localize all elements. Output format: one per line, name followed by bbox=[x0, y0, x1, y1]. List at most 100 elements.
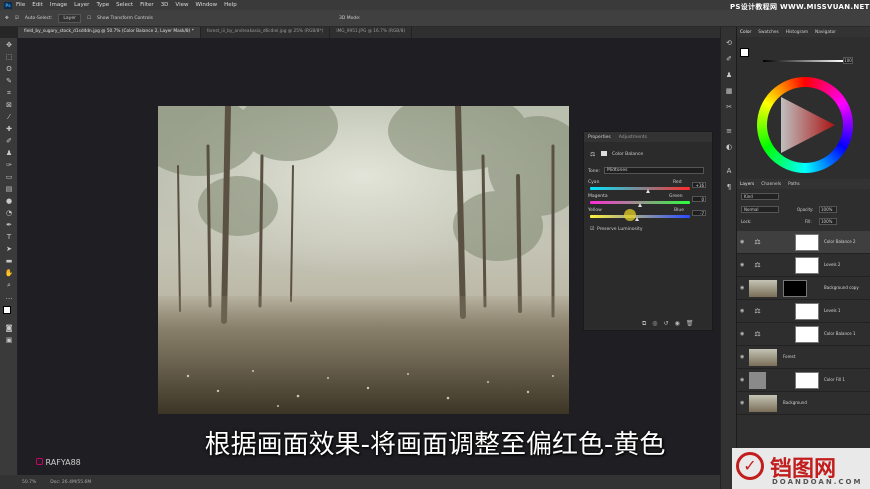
quick-select-tool-icon[interactable]: ✎ bbox=[4, 77, 14, 85]
layer-row[interactable]: ◉ ⚖ Levels 2 bbox=[737, 254, 870, 277]
blur-tool-icon[interactable]: ● bbox=[4, 197, 14, 205]
lasso-tool-icon[interactable]: ʘ bbox=[4, 65, 14, 73]
layer-row[interactable]: ◉ Color Fill 1 bbox=[737, 369, 870, 392]
cyan-red-value[interactable]: +16 bbox=[692, 182, 706, 188]
history-panel-icon[interactable]: ⟲ bbox=[724, 39, 734, 47]
tab-paths[interactable]: Paths bbox=[788, 182, 800, 187]
tab-adjustments[interactable]: Adjustments bbox=[619, 135, 647, 140]
document-canvas[interactable] bbox=[158, 106, 569, 414]
visibility-eye-icon[interactable]: ◉ bbox=[740, 354, 744, 360]
visibility-eye-icon[interactable]: ◉ bbox=[740, 262, 744, 268]
visibility-eye-icon[interactable]: ◉ bbox=[740, 400, 744, 406]
menu-image[interactable]: Image bbox=[50, 2, 67, 8]
swatches-panel-icon[interactable]: ▦ bbox=[724, 87, 734, 95]
tab-color[interactable]: Color bbox=[740, 30, 751, 35]
foreground-color-chip[interactable] bbox=[740, 48, 749, 57]
visibility-eye-icon[interactable]: ◉ bbox=[740, 308, 744, 314]
marquee-tool-icon[interactable]: ⬚ bbox=[4, 53, 14, 61]
menu-view[interactable]: View bbox=[175, 2, 188, 8]
auto-select-target-dropdown[interactable]: Layer bbox=[58, 13, 81, 23]
properties-panel-icon[interactable]: ≡ bbox=[724, 127, 734, 135]
move-tool-icon[interactable]: ✥ bbox=[4, 41, 14, 49]
brightness-value[interactable]: 100 bbox=[843, 57, 853, 64]
visibility-eye-icon[interactable]: ◉ bbox=[740, 285, 744, 291]
reset-icon[interactable]: ↺ bbox=[664, 320, 669, 328]
character-panel-icon[interactable]: A bbox=[724, 167, 734, 175]
brush-panel-icon[interactable]: ✐ bbox=[724, 55, 734, 63]
healing-brush-icon[interactable]: ✚ bbox=[4, 125, 14, 133]
menu-layer[interactable]: Layer bbox=[74, 2, 89, 8]
yellow-blue-slider[interactable] bbox=[590, 215, 690, 218]
frame-tool-icon[interactable]: ⊠ bbox=[4, 101, 14, 109]
fill-field[interactable]: 100% bbox=[819, 218, 837, 225]
dodge-tool-icon[interactable]: ◔ bbox=[4, 209, 14, 217]
opacity-field[interactable]: 100% bbox=[819, 206, 837, 213]
layer-mask-thumbnail[interactable] bbox=[795, 303, 819, 320]
transform-controls-checkbox[interactable]: ☐ bbox=[87, 16, 91, 21]
blend-mode-dropdown[interactable]: Normal bbox=[741, 206, 779, 213]
magenta-green-thumb[interactable] bbox=[637, 203, 642, 207]
color-wheel[interactable] bbox=[757, 77, 853, 173]
tools-preset-icon[interactable]: ✂ bbox=[724, 103, 734, 111]
layer-mask-thumbnail[interactable] bbox=[783, 280, 807, 297]
menu-edit[interactable]: Edit bbox=[32, 2, 43, 8]
more-tools-icon[interactable]: … bbox=[4, 293, 14, 301]
layer-row[interactable]: ◉ ⚖ Levels 1 bbox=[737, 300, 870, 323]
view-previous-icon[interactable]: ◎ bbox=[652, 320, 657, 328]
tab-swatches[interactable]: Swatches bbox=[758, 30, 779, 35]
eraser-tool-icon[interactable]: ▭ bbox=[4, 173, 14, 181]
paragraph-panel-icon[interactable]: ¶ bbox=[724, 183, 734, 191]
menu-file[interactable]: File bbox=[16, 2, 25, 8]
foreground-color-swatch[interactable] bbox=[3, 306, 11, 314]
magenta-green-value[interactable]: 0 bbox=[692, 196, 706, 202]
layer-mask-thumbnail[interactable] bbox=[795, 326, 819, 343]
layer-mask-thumbnail[interactable] bbox=[795, 257, 819, 274]
zoom-level[interactable]: 50.7% bbox=[22, 480, 36, 485]
tab-histogram[interactable]: Histogram bbox=[786, 30, 808, 35]
history-brush-icon[interactable]: ✑ bbox=[4, 161, 14, 169]
yellow-blue-value[interactable]: -7 bbox=[692, 210, 706, 216]
stamp-tool-icon[interactable]: ♟ bbox=[4, 149, 14, 157]
layer-row[interactable]: ◉ Background bbox=[737, 392, 870, 415]
clip-to-layer-icon[interactable]: ⧉ bbox=[642, 320, 646, 328]
clone-source-icon[interactable]: ♟ bbox=[724, 71, 734, 79]
tab-properties[interactable]: Properties bbox=[588, 135, 611, 140]
tab-img-document[interactable]: IMG_9951.JPG @ 16.7% (RGB/8) bbox=[330, 27, 413, 38]
cyan-red-slider[interactable] bbox=[590, 187, 690, 190]
tone-dropdown[interactable]: Midtones bbox=[604, 167, 704, 174]
brush-tool-icon[interactable]: ✐ bbox=[4, 137, 14, 145]
layer-mask-thumbnail[interactable] bbox=[795, 234, 819, 251]
tab-navigator[interactable]: Navigator bbox=[815, 30, 836, 35]
menu-filter[interactable]: Filter bbox=[140, 2, 154, 8]
preserve-luminosity-checkbox[interactable]: ☑ bbox=[590, 226, 594, 232]
menu-3d[interactable]: 3D bbox=[161, 2, 169, 8]
path-select-icon[interactable]: ➤ bbox=[4, 245, 14, 253]
screen-mode-icon[interactable]: ▣ bbox=[4, 336, 14, 344]
visibility-eye-icon[interactable]: ◉ bbox=[740, 331, 744, 337]
layer-row[interactable]: ◉ ⚖ Color Balance 2 bbox=[737, 231, 870, 254]
menu-help[interactable]: Help bbox=[224, 2, 237, 8]
auto-select-checkbox[interactable]: ☑ bbox=[15, 16, 19, 21]
hand-tool-icon[interactable]: ✋ bbox=[4, 269, 14, 277]
adjustments-panel-icon[interactable]: ◐ bbox=[724, 143, 734, 151]
tab-layers[interactable]: Layers bbox=[740, 182, 754, 187]
menu-type[interactable]: Type bbox=[96, 2, 109, 8]
menu-select[interactable]: Select bbox=[116, 2, 133, 8]
layer-row[interactable]: ◉ Forest bbox=[737, 346, 870, 369]
visibility-eye-icon[interactable]: ◉ bbox=[740, 239, 744, 245]
zoom-tool-icon[interactable]: ⌕ bbox=[4, 281, 14, 289]
visibility-icon[interactable]: ◉ bbox=[675, 320, 680, 328]
layer-row[interactable]: ◉ Background copy bbox=[737, 277, 870, 300]
crop-tool-icon[interactable]: ⌗ bbox=[4, 89, 14, 97]
pen-tool-icon[interactable]: ✒ bbox=[4, 221, 14, 229]
menu-window[interactable]: Window bbox=[195, 2, 217, 8]
shape-tool-icon[interactable]: ▬ bbox=[4, 257, 14, 265]
quick-mask-icon[interactable]: ◙ bbox=[4, 324, 14, 332]
layer-row[interactable]: ◉ ⚖ Color Balance 1 bbox=[737, 323, 870, 346]
visibility-eye-icon[interactable]: ◉ bbox=[740, 377, 744, 383]
tab-field-document[interactable]: field_by_sugary_stock_d1sd4dn.jpg @ 50.7… bbox=[18, 27, 201, 38]
layer-filter-dropdown[interactable]: Kind bbox=[741, 193, 779, 200]
layer-mask-icon[interactable] bbox=[601, 151, 607, 156]
tab-channels[interactable]: Channels bbox=[761, 182, 781, 187]
brightness-slider[interactable] bbox=[763, 60, 843, 62]
